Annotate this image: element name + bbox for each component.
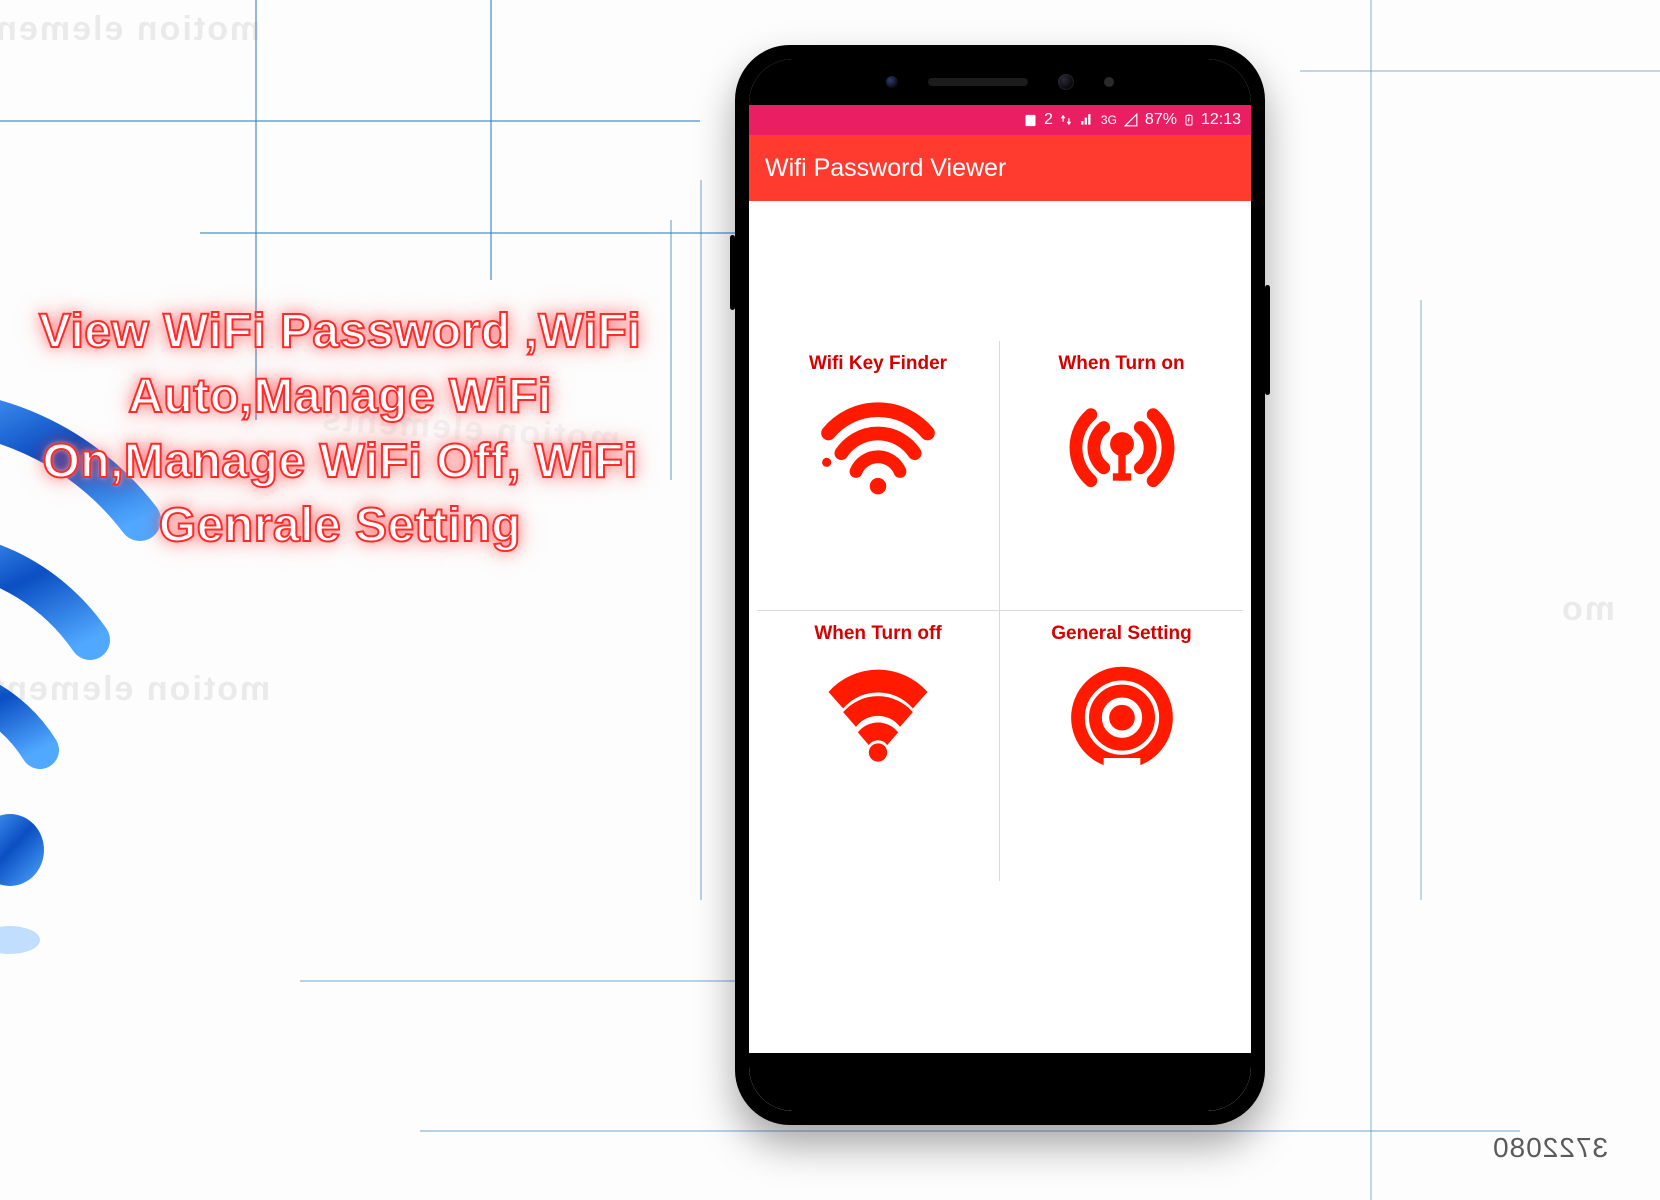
- decoration-line: [1300, 70, 1660, 72]
- phone-screen: 2 3G 87% 12:13 Wifi Password Viewer: [749, 59, 1251, 1111]
- phone-mockup: 2 3G 87% 12:13 Wifi Password Viewer: [735, 45, 1265, 1125]
- decoration-line: [1370, 0, 1372, 1200]
- network-type-label: 3G: [1101, 113, 1117, 127]
- decoration-line: [420, 1130, 1520, 1132]
- phone-power-button: [1265, 285, 1270, 395]
- speaker-grille: [928, 78, 1028, 86]
- phone-chin: [749, 1053, 1251, 1111]
- data-arrows-icon: [1059, 113, 1073, 127]
- app-content: Wifi Key Finder: [749, 201, 1251, 1053]
- tile-grid: Wifi Key Finder: [757, 341, 1243, 881]
- tile-general-setting[interactable]: General Setting: [1000, 611, 1243, 881]
- tile-wifi-key-finder[interactable]: Wifi Key Finder: [757, 341, 1000, 611]
- sim-indicator-number: 2: [1044, 111, 1053, 129]
- decoration-line: [0, 120, 700, 122]
- tile-label: Wifi Key Finder: [809, 353, 947, 375]
- decoration-line: [700, 180, 702, 900]
- battery-charging-icon: [1183, 112, 1195, 128]
- sensor-dot: [1104, 77, 1114, 87]
- app-action-bar: Wifi Password Viewer: [749, 135, 1251, 201]
- signal-frame-icon: [1123, 113, 1139, 127]
- tile-label: General Setting: [1051, 623, 1191, 645]
- tile-label: When Turn on: [1058, 353, 1184, 375]
- watermark: motion elements: [0, 10, 260, 49]
- battery-percent-label: 87%: [1145, 111, 1177, 129]
- phone-volume-button: [730, 235, 735, 310]
- wifi-on-icon: [1057, 389, 1187, 504]
- phone-sensor-bar: [749, 59, 1251, 105]
- proximity-sensor: [886, 76, 898, 88]
- wifi-off-icon: [813, 659, 943, 774]
- app-title: Wifi Password Viewer: [765, 154, 1006, 183]
- promo-headline: View WiFi Password ,WiFi Auto,Manage WiF…: [30, 300, 650, 559]
- wifi-target-icon: [1057, 659, 1187, 774]
- decoration-line: [670, 220, 672, 480]
- front-camera: [1058, 74, 1074, 90]
- decoration-line: [490, 0, 492, 280]
- decoration-line: [1420, 300, 1422, 900]
- image-id-number: 3722080: [1492, 1132, 1608, 1164]
- wifi-key-icon: [813, 389, 943, 504]
- android-status-bar: 2 3G 87% 12:13: [749, 105, 1251, 135]
- tile-when-turn-on[interactable]: When Turn on: [1000, 341, 1243, 611]
- signal-bars-icon: [1079, 113, 1095, 127]
- clock-label: 12:13: [1201, 111, 1241, 129]
- tile-when-turn-off[interactable]: When Turn off: [757, 611, 1000, 881]
- sim-indicator-icon: [1023, 113, 1038, 128]
- tile-label: When Turn off: [814, 623, 941, 645]
- watermark: mo: [1560, 590, 1615, 629]
